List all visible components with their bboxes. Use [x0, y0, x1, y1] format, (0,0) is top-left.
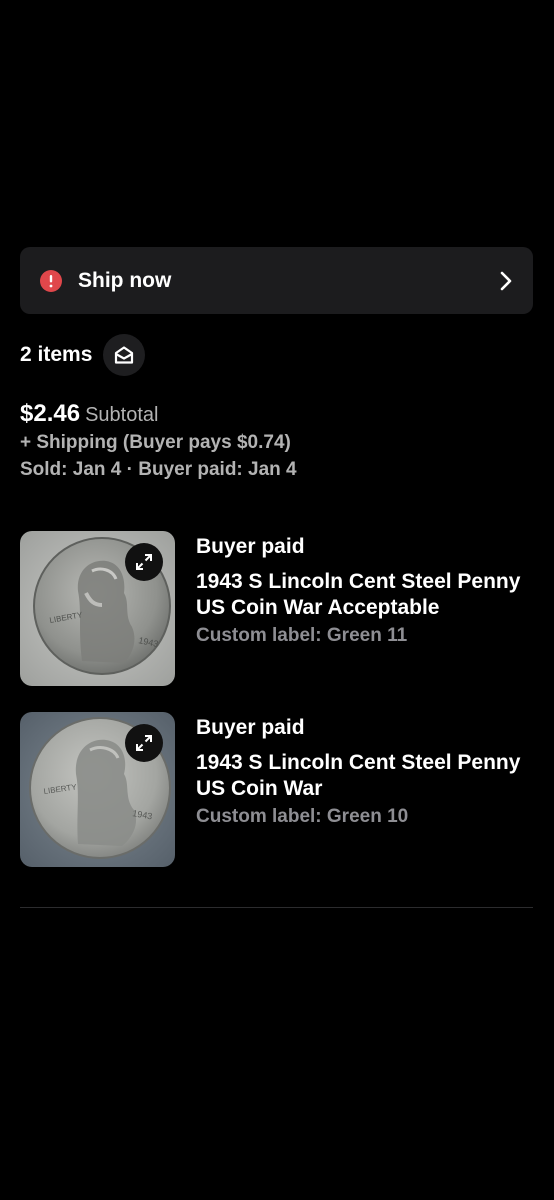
ship-now-banner[interactable]: Ship now [20, 247, 533, 314]
alert-icon [40, 269, 62, 292]
subtotal-label: Subtotal [85, 404, 159, 426]
items-count-label: 2 items [20, 343, 93, 366]
divider [20, 907, 533, 908]
order-item[interactable]: LIBERTY 1943 Buyer paid 1943 S Lincoln C… [20, 712, 554, 867]
expand-button[interactable] [125, 543, 163, 581]
item-thumbnail[interactable]: LIBERTY 1943 [20, 531, 175, 686]
expand-button[interactable] [125, 724, 163, 762]
price-line: $2.46 Subtotal [20, 400, 297, 429]
item-thumbnail[interactable]: LIBERTY 1943 [20, 712, 175, 867]
expand-icon [136, 735, 152, 751]
chevron-right-icon [499, 271, 513, 291]
item-status: Buyer paid [196, 535, 305, 558]
expand-icon [136, 554, 152, 570]
mail-open-icon [115, 346, 134, 364]
order-summary: $2.46 Subtotal + Shipping (Buyer pays $0… [20, 400, 297, 483]
subtotal-amount: $2.46 [20, 400, 81, 427]
order-item[interactable]: LIBERTY 1943 Buyer paid 1943 S Lincoln C… [20, 531, 554, 686]
dates-line: Sold: Jan 4 · Buyer paid: Jan 4 [20, 459, 297, 480]
item-custom-label: Custom label: Green 11 [196, 625, 408, 646]
item-custom-label: Custom label: Green 10 [196, 806, 409, 827]
items-count-row: 2 items [20, 334, 146, 376]
ship-now-label: Ship now [78, 268, 172, 292]
item-info: Buyer paid 1943 S Lincoln Cent Steel Pen… [196, 712, 554, 830]
item-status: Buyer paid [196, 716, 305, 739]
item-title[interactable]: 1943 S Lincoln Cent Steel Penny US Coin … [196, 750, 554, 802]
item-title[interactable]: 1943 S Lincoln Cent Steel Penny US Coin … [196, 569, 554, 621]
shipping-line: + Shipping (Buyer pays $0.74) [20, 432, 291, 453]
contact-buyer-button[interactable] [103, 334, 146, 376]
item-info: Buyer paid 1943 S Lincoln Cent Steel Pen… [196, 531, 554, 649]
